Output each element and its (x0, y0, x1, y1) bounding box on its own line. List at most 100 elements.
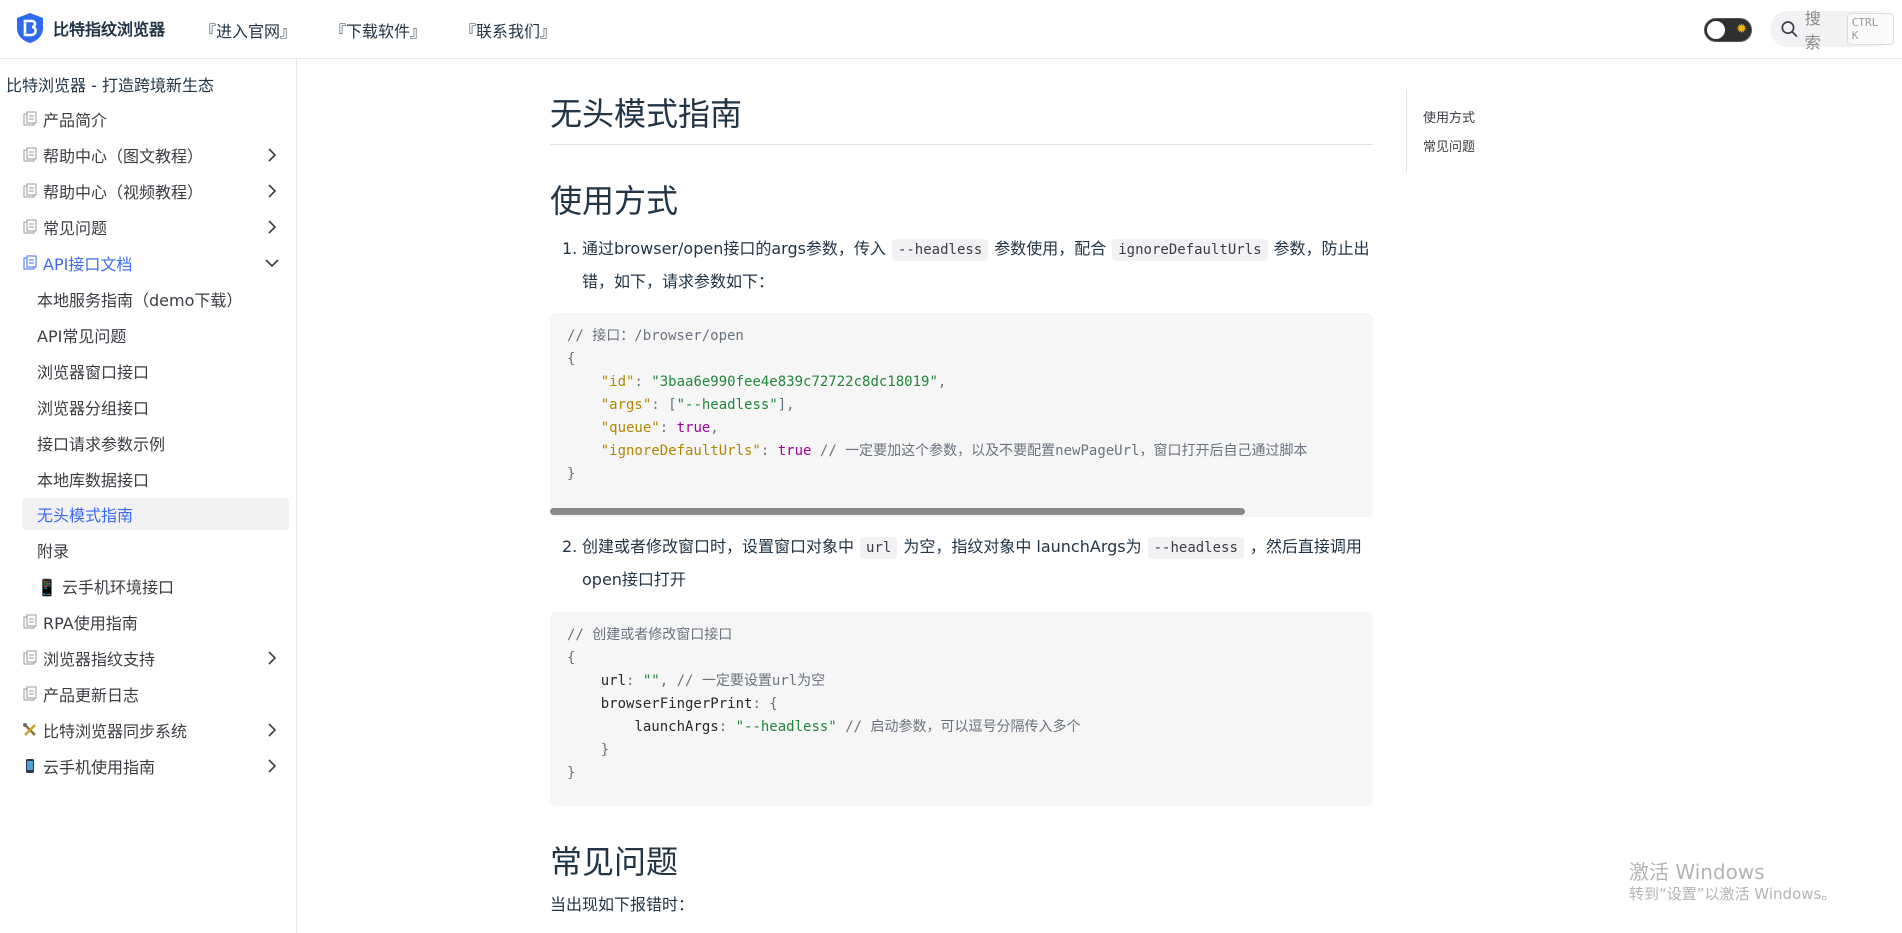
sidebar-subitem-api-faq[interactable]: API常见问题 (37, 319, 126, 351)
code-brace: { (567, 351, 576, 367)
inline-code: --headless (1147, 537, 1244, 559)
step-text: 通过browser/open接口的args参数，传入 (582, 239, 886, 258)
nav-link-official-site[interactable]: 『进入官网』 (200, 18, 296, 42)
chevron-right-icon[interactable] (264, 219, 280, 235)
page-title: 无头模式指南 (550, 95, 743, 133)
nav-link-download[interactable]: 『下载软件』 (330, 18, 426, 42)
step-text: 参数使用，配合 (994, 239, 1107, 258)
sidebar-item-label: 帮助中心（视频教程） (43, 183, 204, 202)
code-brace: } (567, 765, 576, 781)
doc-icon (23, 614, 37, 629)
inline-code: --headless (891, 239, 989, 261)
chevron-right-icon[interactable] (264, 722, 280, 738)
step-number: 2. (562, 537, 578, 556)
logo-text: 比特指纹浏览器 (53, 20, 166, 39)
sidebar-item-cloud-phone-guide[interactable]: 云手机使用指南 (22, 750, 280, 782)
tools-icon (23, 723, 36, 736)
sidebar-subitem-appendix[interactable]: 附录 (37, 534, 69, 566)
sidebar-item-label: 帮助中心（图文教程） (43, 147, 204, 166)
doc-icon (23, 650, 37, 665)
sidebar-item-api-docs[interactable]: API接口文档 (22, 247, 280, 279)
section-heading-faq: 常见问题 (550, 843, 679, 881)
doc-icon (23, 147, 37, 162)
code-string: "" (642, 673, 660, 689)
code-key: browserFingerPrint (600, 696, 753, 712)
sidebar-item-help-video[interactable]: 帮助中心（视频教程） (22, 175, 280, 207)
sidebar-subitem-window-api[interactable]: 浏览器窗口接口 (37, 355, 149, 387)
theme-toggle[interactable]: ✹ (1704, 18, 1752, 42)
code-brace: { (567, 650, 576, 666)
chevron-right-icon[interactable] (264, 147, 280, 163)
toc-item-faq[interactable]: 常见问题 (1423, 136, 1475, 155)
code-comment: // 一定要设置url为空 (676, 673, 826, 689)
sidebar-item-changelog[interactable]: 产品更新日志 (22, 678, 280, 710)
sidebar-item-fingerprint-support[interactable]: 浏览器指纹支持 (22, 642, 280, 674)
sidebar-item-label: RPA使用指南 (43, 614, 138, 633)
sidebar-item-help-graphic[interactable]: 帮助中心（图文教程） (22, 139, 280, 171)
sidebar-title[interactable]: 比特浏览器 - 打造跨境新生态 (6, 72, 214, 96)
sidebar-item-label: 比特浏览器同步系统 (43, 722, 188, 741)
inline-code: url (860, 537, 898, 559)
code-bool: true (777, 443, 812, 459)
code-key: "id" (600, 374, 635, 390)
step-text: 创建或者修改窗口时，设置窗口对象中 (582, 537, 855, 556)
horizontal-scrollbar[interactable] (550, 508, 1245, 515)
toc-item-usage[interactable]: 使用方式 (1423, 107, 1475, 126)
doc-icon (23, 219, 37, 234)
sidebar-item-label: API接口文档 (43, 255, 133, 274)
top-navbar: 比特指纹浏览器 『进入官网』 『下载软件』 『联系我们』 ✹ 搜索 CTRL K (0, 0, 1902, 59)
sidebar-item-rpa-guide[interactable]: RPA使用指南 (22, 606, 280, 638)
bitbrowser-logo-icon (17, 13, 43, 43)
chevron-right-icon[interactable] (264, 758, 280, 774)
code-key: "queue" (600, 420, 660, 436)
sidebar-subitem-headless-guide[interactable]: 无头模式指南 (37, 498, 133, 530)
table-of-contents: 使用方式 常见问题 (1406, 90, 1546, 172)
code-key: url (600, 673, 627, 689)
faq-text: 当出现如下报错时： (550, 895, 695, 914)
doc-icon (23, 686, 37, 701)
sidebar: 比特浏览器 - 打造跨境新生态 产品简介 帮助中心（图文教程） 帮助中心（视频教… (0, 59, 297, 933)
code-comment: // 一定要加这个参数，以及不要配置newPageUrl，窗口打开后自己通过脚本 (819, 443, 1308, 459)
chevron-right-icon[interactable] (264, 650, 280, 666)
sidebar-subitem-cloud-phone-api[interactable]: 📱 云手机环境接口 (37, 570, 174, 602)
faq-intro: 当出现如下报错时： (550, 889, 1373, 921)
code-block-window-config[interactable]: // 创建或者修改窗口接口 { url: "", // 一定要设置url为空 b… (550, 612, 1373, 806)
sidebar-item-sync-system[interactable]: 比特浏览器同步系统 (22, 714, 280, 746)
nav-link-contact[interactable]: 『联系我们』 (460, 18, 556, 42)
section-heading-usage: 使用方式 (550, 182, 679, 220)
search-button[interactable]: 搜索 CTRL K (1770, 9, 1894, 52)
chevron-down-icon[interactable] (264, 255, 280, 271)
code-brace: } (600, 742, 610, 758)
sidebar-item-faq[interactable]: 常见问题 (22, 211, 280, 243)
sun-icon: ✹ (1736, 22, 1747, 37)
sidebar-item-label: 常见问题 (43, 219, 108, 238)
sidebar-subitem-group-api[interactable]: 浏览器分组接口 (37, 391, 149, 423)
code-comment: // 创建或者修改窗口接口 (567, 627, 733, 643)
sidebar-item-label: 云手机使用指南 (43, 758, 156, 777)
code-brace: } (567, 466, 576, 482)
doc-icon (23, 111, 37, 126)
code-block-browser-open[interactable]: // 接口：/browser/open { "id": "3baa6e990fe… (550, 313, 1373, 517)
search-icon (1781, 21, 1798, 38)
code-string: "--headless" (676, 397, 778, 413)
title-divider (550, 144, 1373, 145)
sidebar-item-product-intro[interactable]: 产品简介 (22, 103, 280, 135)
step-1: 1. 通过browser/open接口的args参数，传入 --headless 参… (550, 233, 1373, 297)
phone-icon (26, 759, 34, 773)
search-shortcut: CTRL K (1846, 13, 1894, 45)
code-comment: // 启动参数，可以逗号分隔传入多个 (845, 719, 1081, 735)
windows-activation-watermark-title: 激活 Windows (1629, 860, 1765, 884)
code-key: "ignoreDefaultUrls" (600, 443, 761, 459)
sidebar-subitem-local-db-api[interactable]: 本地库数据接口 (37, 463, 149, 495)
windows-activation-watermark-text: 转到“设置”以激活 Windows。 (1629, 885, 1837, 903)
step-text: 为空，指纹对象中 launchArgs为 (903, 537, 1142, 556)
sidebar-subitem-request-params[interactable]: 接口请求参数示例 (37, 427, 165, 459)
chevron-right-icon[interactable] (264, 183, 280, 199)
inline-code: ignoreDefaultUrls (1112, 239, 1268, 261)
step-number: 1. (562, 239, 578, 258)
sidebar-item-label: 产品更新日志 (43, 686, 140, 705)
logo[interactable]: 比特指纹浏览器 (15, 12, 165, 44)
doc-icon (23, 255, 37, 270)
sidebar-subitem-local-service[interactable]: 本地服务指南（demo下载） (37, 283, 242, 315)
code-bool: true (676, 420, 711, 436)
